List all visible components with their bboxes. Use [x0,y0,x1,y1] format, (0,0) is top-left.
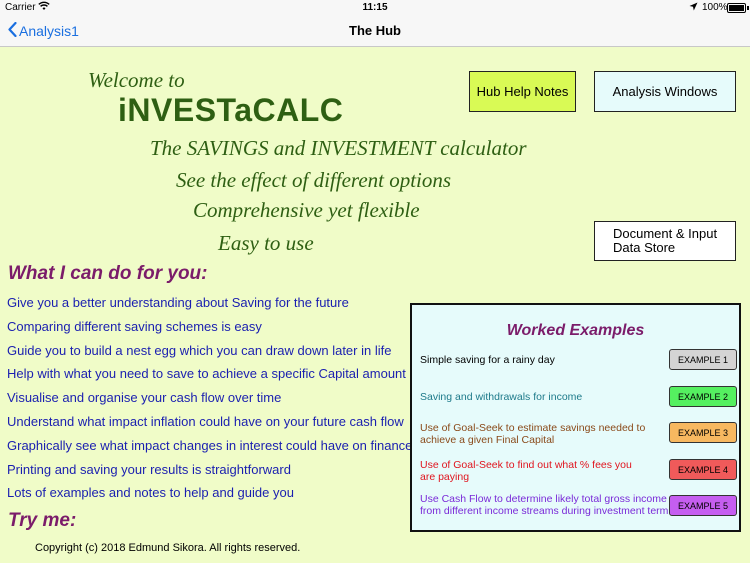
example-4-description: Use of Goal-Seek to find out what % fees… [420,459,632,483]
copyright-text: Copyright (c) 2018 Edmund Sikora. All ri… [35,542,301,554]
document-data-store-button[interactable]: Document & Input Data Store [594,221,736,261]
feature-item: Visualise and organise your cash flow ov… [7,390,282,406]
feature-item: Comparing different saving schemes is ea… [7,318,262,334]
document-data-store-label-1: Document & Input [613,226,718,241]
features-list: Give you a better understanding about Sa… [7,293,419,507]
analysis-windows-button[interactable]: Analysis Windows [594,71,736,112]
example-5-text-line-1: Use Cash Flow to determine likely total … [420,493,667,505]
location-icon [689,2,698,14]
example-3-description: Use of Goal-Seek to estimate savings nee… [420,422,645,446]
example-4-text-line-2: are paying [420,471,470,483]
app-brand-name: iNVESTaCALC [118,92,344,128]
features-heading: What I can do for you: [8,263,208,284]
example-2-button[interactable]: EXAMPLE 2 [669,386,737,407]
example-5-text-line-2: from different income streams during inv… [420,505,669,517]
feature-item: Graphically see what impact changes in i… [7,437,419,453]
tagline-3: Comprehensive yet flexible [193,198,420,222]
example-5-description: Use Cash Flow to determine likely total … [420,493,668,517]
feature-item: Guide you to build a nest egg which you … [7,342,392,358]
tagline-2: See the effect of different options [176,168,452,192]
status-bar: Carrier 11:15 100% [0,0,750,16]
example-2-text-line-1: Saving and withdrawals for income [420,391,583,403]
example-5-button[interactable]: EXAMPLE 5 [669,495,737,516]
tagline-1: The SAVINGS and INVESTMENT calculator [150,136,527,160]
clock: 11:15 [362,2,388,13]
example-3-text-line-1: Use of Goal-Seek to estimate savings nee… [420,422,646,434]
example-4-text-line-1: Use of Goal-Seek to find out what % fees… [420,459,632,471]
try-me-heading: Try me: [8,510,77,531]
navigation-bar: Analysis1 The Hub [0,16,750,47]
example-2-description: Saving and withdrawals for income [420,391,582,403]
page-title: The Hub [349,23,401,38]
example-4-button[interactable]: EXAMPLE 4 [669,459,737,480]
feature-item: Help with what you need to save to achie… [7,366,406,382]
worked-examples-panel: Worked Examples Simple saving for a rain… [410,303,741,532]
feature-item: Give you a better understanding about Sa… [7,295,349,310]
example-3-button[interactable]: EXAMPLE 3 [669,422,737,443]
battery-icon [727,3,749,13]
hub-help-notes-button[interactable]: Hub Help Notes [469,71,576,112]
feature-item: Lots of examples and notes to help and g… [7,485,294,501]
feature-item: Understand what impact inflation could h… [7,413,404,429]
battery-percent: 100% [702,2,728,13]
feature-item: Printing and saving your results is stra… [7,461,291,477]
example-1-text-line-1: Simple saving for a rainy day [420,354,555,366]
example-3-text-line-2: achieve a given Final Capital [420,434,555,446]
tagline-4: Easy to use [218,231,314,255]
worked-examples-title: Worked Examples [506,322,645,339]
welcome-text: Welcome to [88,68,185,92]
document-data-store-label-2: Data Store [613,240,676,255]
example-1-button[interactable]: EXAMPLE 1 [669,349,737,370]
example-1-description: Simple saving for a rainy day [420,354,555,366]
